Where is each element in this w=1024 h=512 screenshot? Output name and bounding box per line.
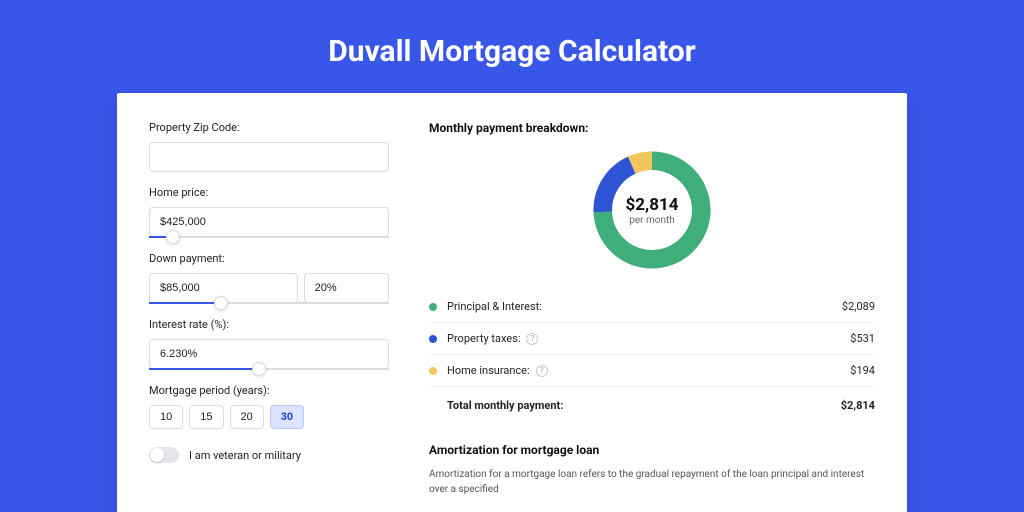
info-icon[interactable]: ? (536, 365, 548, 377)
amortization-section: Amortization for mortgage loan Amortizat… (429, 443, 875, 497)
home-price-label: Home price: (149, 186, 389, 199)
legend-total-label: Total monthly payment: (447, 399, 841, 412)
amortization-body: Amortization for a mortgage loan refers … (429, 467, 875, 497)
down-payment-label: Down payment: (149, 252, 389, 265)
payment-donut-chart: $2,814 per month (587, 145, 717, 275)
legend-total-row: Total monthly payment:$2,814 (429, 387, 875, 421)
military-toggle[interactable] (149, 447, 179, 463)
zip-label: Property Zip Code: (149, 121, 389, 134)
amortization-title: Amortization for mortgage loan (429, 443, 875, 457)
info-icon[interactable]: ? (526, 333, 538, 345)
down-payment-pct-input[interactable] (304, 273, 389, 303)
legend-label: Property taxes:? (447, 332, 850, 345)
page-title: Duvall Mortgage Calculator (0, 0, 1024, 93)
legend-value: $194 (850, 364, 875, 377)
breakdown-title: Monthly payment breakdown: (429, 121, 875, 135)
legend-dot (429, 335, 437, 343)
period-label: Mortgage period (years): (149, 384, 389, 397)
interest-label: Interest rate (%): (149, 318, 389, 331)
home-price-input[interactable] (149, 207, 389, 237)
legend-row: Principal & Interest:$2,089 (429, 291, 875, 323)
interest-slider[interactable] (149, 368, 389, 370)
results-panel: Monthly payment breakdown: $2,814 per mo… (429, 121, 875, 497)
interest-input[interactable] (149, 339, 389, 369)
period-option-15[interactable]: 15 (189, 405, 223, 429)
period-option-30[interactable]: 30 (270, 405, 304, 429)
zip-input[interactable] (149, 142, 389, 172)
calculator-card: Property Zip Code: Home price: Down paym… (117, 93, 907, 512)
home-price-slider[interactable] (149, 236, 389, 238)
down-payment-slider[interactable] (149, 302, 389, 304)
slider-thumb[interactable] (214, 296, 228, 310)
legend-dot (429, 303, 437, 311)
legend-row: Home insurance:?$194 (429, 355, 875, 387)
form-panel: Property Zip Code: Home price: Down paym… (149, 121, 389, 497)
period-option-10[interactable]: 10 (149, 405, 183, 429)
legend-label: Home insurance:? (447, 364, 850, 377)
legend-row: Property taxes:?$531 (429, 323, 875, 355)
donut-sub: per month (629, 215, 675, 226)
legend-total-value: $2,814 (841, 399, 875, 412)
breakdown-legend: Principal & Interest:$2,089Property taxe… (429, 291, 875, 421)
slider-thumb[interactable] (252, 362, 266, 376)
legend-label: Principal & Interest: (447, 300, 842, 313)
slider-thumb[interactable] (166, 230, 180, 244)
military-label: I am veteran or military (189, 449, 301, 462)
period-options: 1015 2030 (149, 405, 389, 429)
period-option-20[interactable]: 20 (230, 405, 264, 429)
legend-value: $2,089 (842, 300, 875, 313)
toggle-knob (150, 448, 164, 462)
legend-value: $531 (850, 332, 875, 345)
donut-amount: $2,814 (626, 195, 679, 215)
legend-dot (429, 367, 437, 375)
